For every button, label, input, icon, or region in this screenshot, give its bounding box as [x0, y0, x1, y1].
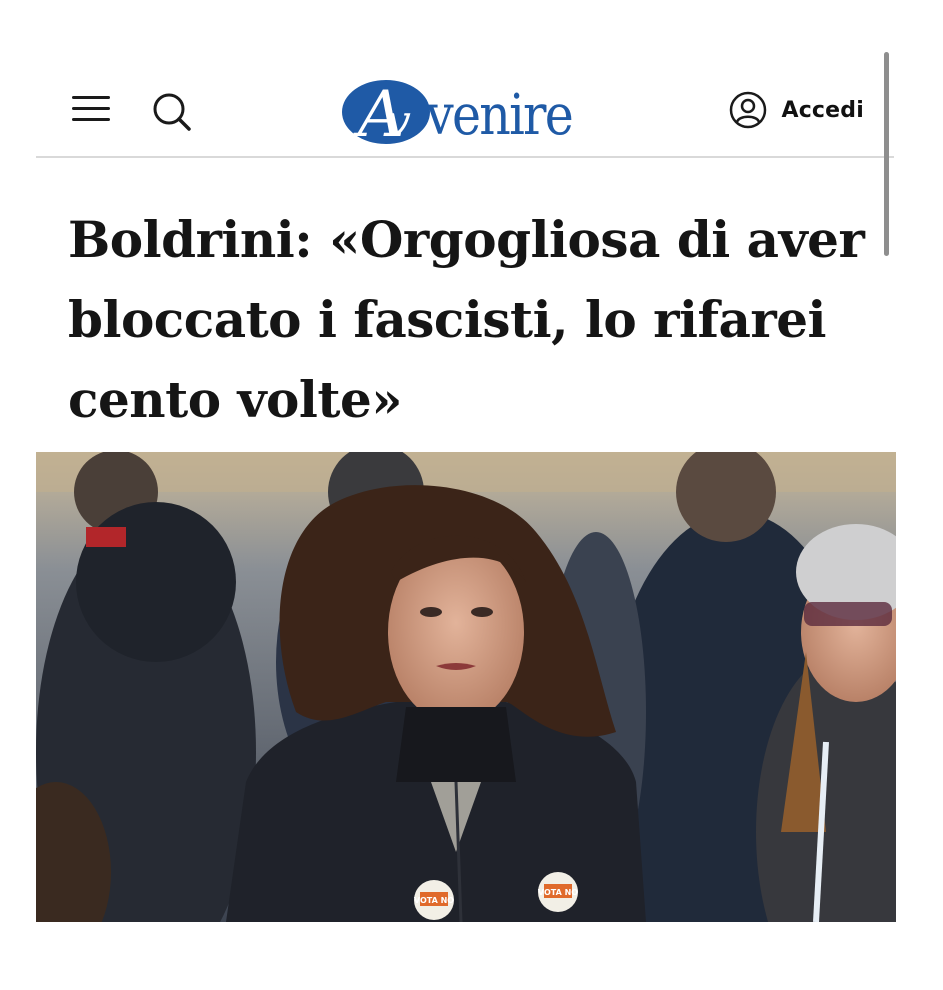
site-logo[interactable]: A v venire [338, 70, 578, 152]
article-photo[interactable]: VOTA NO VOTA NO [36, 452, 896, 922]
hamburger-menu-icon[interactable] [72, 94, 110, 122]
site-header: A v venire Accedi [36, 60, 894, 158]
user-circle-icon [730, 91, 767, 129]
vote-badge-2: VOTA NO [538, 872, 578, 912]
badge-2-text: VOTA NO [538, 888, 578, 897]
svg-text:venire: venire [425, 83, 572, 146]
vote-badge-1: VOTA NO [414, 880, 454, 920]
login-label: Accedi [781, 97, 864, 123]
badge-1-text: VOTA NO [414, 896, 454, 905]
article-headline[interactable]: Boldrini: «Orgogliosa di aver bloccato i… [68, 200, 868, 440]
scrollbar[interactable] [884, 52, 889, 256]
svg-text:v: v [386, 96, 411, 146]
login-button[interactable]: Accedi [729, 90, 864, 130]
search-icon[interactable] [150, 90, 194, 134]
